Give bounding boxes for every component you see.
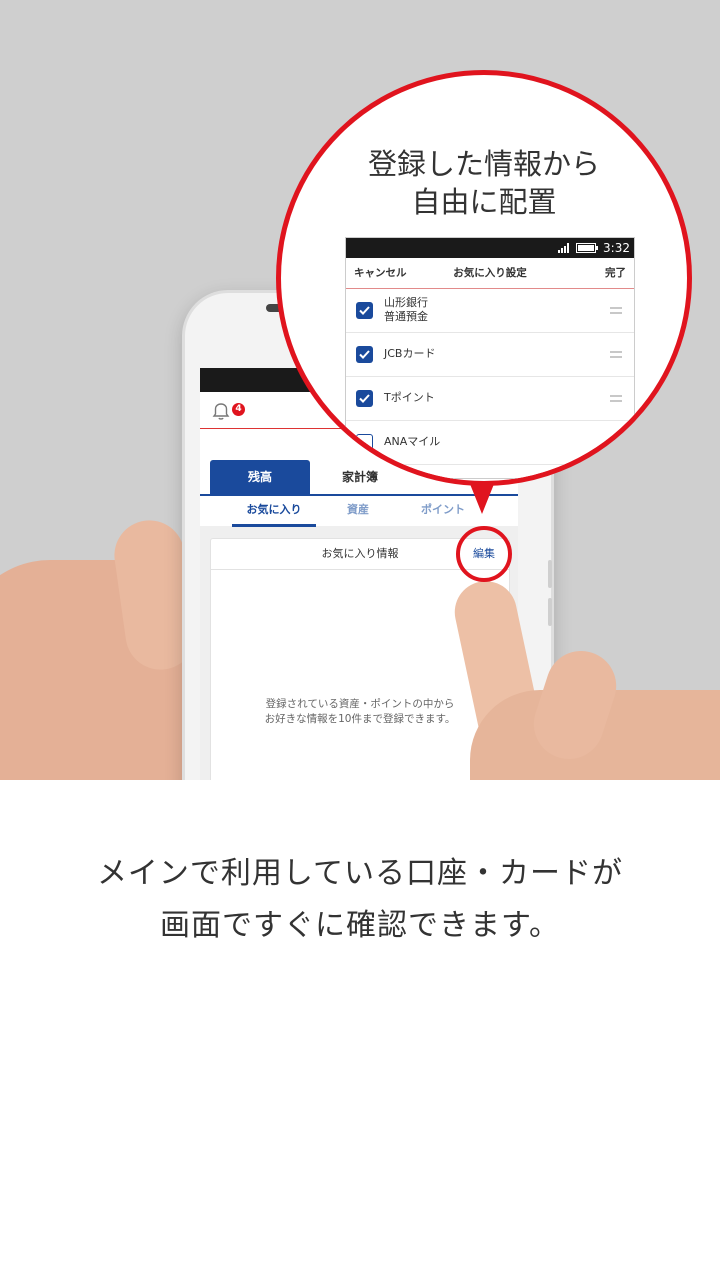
- battery-icon: [576, 243, 598, 253]
- tab-balance[interactable]: 残高: [210, 460, 310, 494]
- bell-icon[interactable]: 4: [210, 400, 245, 422]
- subtab-points[interactable]: ポイント: [406, 496, 480, 524]
- notification-badge: 4: [232, 403, 245, 416]
- favorite-item[interactable]: Tポイント: [346, 377, 634, 421]
- drag-handle-icon[interactable]: [610, 351, 622, 358]
- hero-illustration: 4 残高 家計簿 お気に入り 資産 ポイント お気に入り情報 編集 登録されてい…: [0, 0, 720, 780]
- signal-icon: [558, 243, 569, 253]
- done-button[interactable]: 完了: [605, 258, 626, 288]
- item-label: 山形銀行 普通預金: [384, 296, 428, 324]
- drag-handle-icon[interactable]: [610, 395, 622, 402]
- subtab-assets[interactable]: 資産: [328, 496, 388, 524]
- checkbox-unchecked[interactable]: [356, 434, 373, 451]
- drag-handle-icon[interactable]: [610, 307, 622, 314]
- caption-text: メインで利用している口座・カードが 画面ですぐに確認できます。: [0, 848, 720, 952]
- caption-area: メインで利用している口座・カードが 画面ですぐに確認できます。: [0, 780, 720, 1280]
- drag-handle-icon[interactable]: [610, 439, 622, 446]
- caption-line: メインで利用している口座・カードが: [96, 856, 624, 891]
- favorites-settings-screen: 3:32 キャンセル お気に入り設定 完了 山形銀行 普通預金 JCBカード T…: [345, 237, 635, 479]
- zoom-callout: 登録した情報から 自由に配置 3:32 キャンセル お気に入り設定 完了 山形銀…: [276, 70, 692, 486]
- item-label: JCBカード: [384, 347, 436, 360]
- phone-side-button: [548, 560, 552, 588]
- callout-title-line: 登録した情報から: [367, 147, 600, 181]
- zoom-status-bar: 3:32: [346, 238, 634, 258]
- settings-header: キャンセル お気に入り設定 完了: [346, 258, 634, 289]
- status-time: 3:32: [603, 241, 630, 255]
- highlight-circle: [456, 526, 512, 582]
- checkbox-checked[interactable]: [356, 390, 373, 407]
- item-label: Tポイント: [384, 391, 435, 404]
- item-name: 山形銀行: [384, 296, 428, 309]
- checkbox-checked[interactable]: [356, 302, 373, 319]
- item-subname: 普通預金: [384, 310, 428, 323]
- caption-line: 画面ですぐに確認できます。: [160, 908, 560, 943]
- checkbox-checked[interactable]: [356, 346, 373, 363]
- empty-message-line: お好きな情報を10件まで登録できます。: [264, 713, 456, 725]
- pointer-arrow: [470, 484, 494, 514]
- subtab-favorites[interactable]: お気に入り: [232, 496, 316, 527]
- empty-message: 登録されている資産・ポイントの中から お好きな情報を10件まで登録できます。: [211, 697, 509, 727]
- favorite-item[interactable]: JCBカード: [346, 333, 634, 377]
- empty-message-line: 登録されている資産・ポイントの中から: [265, 698, 455, 710]
- favorite-item[interactable]: ANAマイル: [346, 421, 634, 465]
- favorite-item[interactable]: 山形銀行 普通預金: [346, 289, 634, 333]
- callout-title-line: 自由に配置: [411, 185, 557, 219]
- callout-title: 登録した情報から 自由に配置: [281, 145, 687, 221]
- settings-title: お気に入り設定: [453, 267, 527, 279]
- item-label: ANAマイル: [384, 435, 441, 448]
- phone-side-button: [548, 598, 552, 626]
